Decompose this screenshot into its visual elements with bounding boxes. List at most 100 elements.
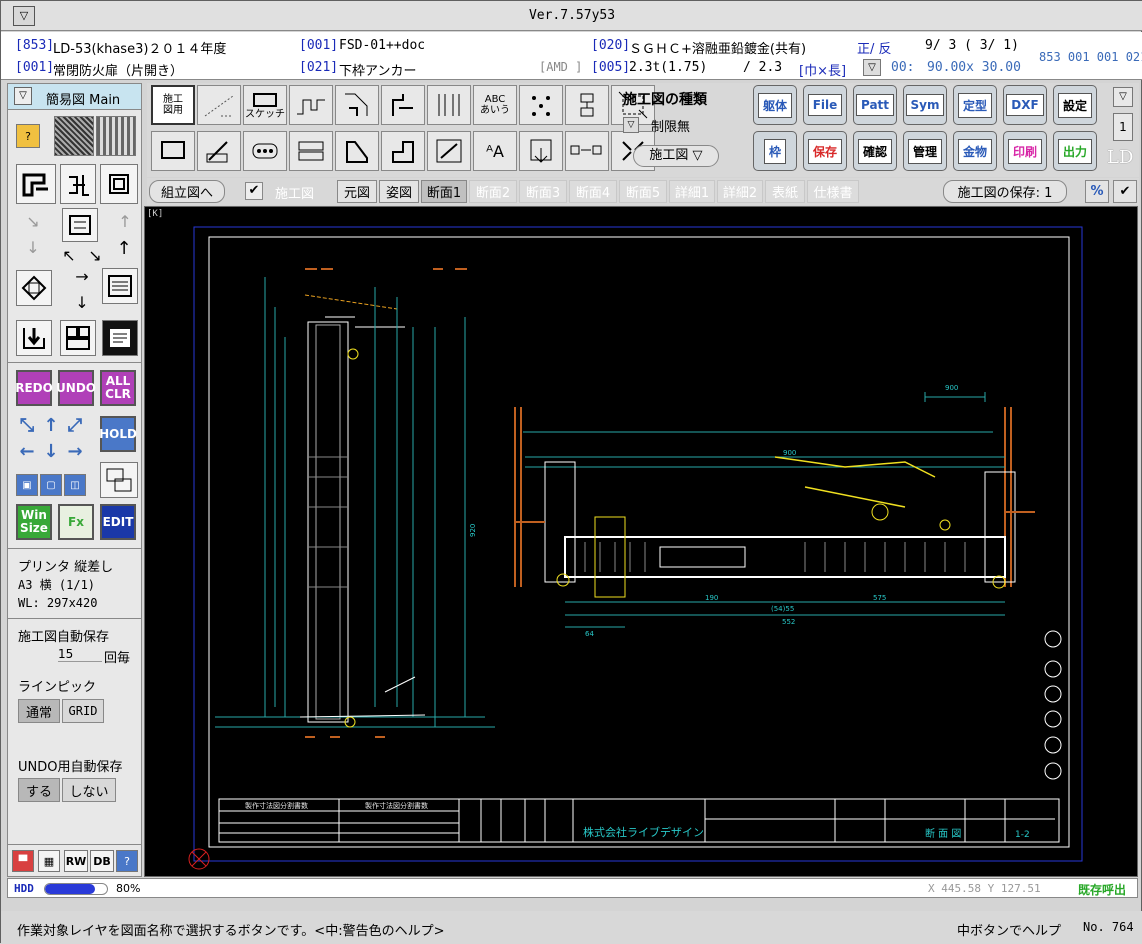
- material-name[interactable]: ＳＧＨＣ+溶融亜鉛鍍金(共有): [629, 38, 806, 57]
- tool-stair-icon[interactable]: [381, 131, 425, 171]
- manage-button[interactable]: 管理: [903, 131, 947, 171]
- tool-j-icon[interactable]: [16, 320, 52, 356]
- pattern-fill-icon[interactable]: [54, 116, 94, 156]
- confirm-check-button[interactable]: ✔: [1113, 180, 1137, 203]
- printer-icon[interactable]: ▀: [12, 850, 34, 872]
- drawing-save-button[interactable]: 施工図の保存: 1: [943, 180, 1067, 203]
- fx-button[interactable]: Fx: [58, 504, 94, 540]
- hold-button[interactable]: HOLD: [99, 416, 137, 452]
- autosave-input[interactable]: 15: [58, 647, 102, 662]
- tool-frame-icon[interactable]: [151, 131, 195, 171]
- redo-button[interactable]: REDO: [15, 370, 53, 406]
- tool-fontsize-icon[interactable]: ᴬA: [473, 131, 517, 171]
- tool-convert-icon[interactable]: [565, 131, 609, 171]
- tab-danmen2[interactable]: 断面2: [469, 180, 517, 203]
- help-question-icon[interactable]: ?: [116, 850, 138, 872]
- se-move-icon[interactable]: ↘: [84, 244, 106, 266]
- page-number-box[interactable]: 1: [1113, 113, 1133, 141]
- dxf-button[interactable]: DXF: [1003, 85, 1047, 125]
- template-button[interactable]: 定型: [953, 85, 997, 125]
- tool-bevel-icon[interactable]: [335, 131, 379, 171]
- limit-dropdown-button[interactable]: ▽: [623, 117, 639, 133]
- tool-spacing-icon[interactable]: [289, 131, 333, 171]
- confirm-button[interactable]: 確認: [853, 131, 897, 171]
- tool-bracket-icon[interactable]: [381, 85, 425, 125]
- side-toggle[interactable]: 正/ 反: [857, 38, 892, 57]
- pan-down-icon[interactable]: ↓: [40, 440, 62, 462]
- tool-text-button[interactable]: ABC あいう: [473, 85, 517, 125]
- tool-g-icon[interactable]: [102, 268, 138, 304]
- edit-button[interactable]: EDIT: [100, 504, 136, 540]
- tab-danmen1[interactable]: 断面1: [421, 180, 467, 203]
- up-move-icon[interactable]: ↑: [112, 236, 136, 260]
- tool-a-icon[interactable]: [16, 164, 56, 204]
- origin-marker-icon[interactable]: [188, 848, 210, 870]
- all-clear-button[interactable]: ALL CLR: [100, 370, 136, 406]
- linepick-grid-button[interactable]: GRID: [62, 699, 104, 723]
- existing-call-button[interactable]: 既存呼出: [1078, 881, 1126, 898]
- toolbar-menu-button[interactable]: ▽: [1113, 87, 1133, 107]
- help-icon[interactable]: ?: [16, 124, 40, 148]
- linepick-normal-button[interactable]: 通常: [18, 699, 60, 723]
- right-move-icon[interactable]: →: [70, 264, 94, 288]
- zoom-fit-icon[interactable]: ▢: [40, 474, 62, 496]
- undo-autosave-on-button[interactable]: する: [18, 778, 60, 802]
- dims-dropdown-button[interactable]: ▽: [863, 59, 881, 76]
- tool-pencil-icon[interactable]: [197, 131, 241, 171]
- down-move-icon[interactable]: ↓: [70, 290, 94, 314]
- pan-up-icon[interactable]: ↑: [40, 414, 62, 436]
- tab-sugatazu[interactable]: 姿図: [379, 180, 419, 203]
- assembly-button[interactable]: 組立図へ: [149, 180, 225, 203]
- tab-danmen3[interactable]: 断面3: [519, 180, 567, 203]
- undo-button[interactable]: UNDO: [56, 370, 96, 406]
- drawing-canvas[interactable]: [K] 900 900 190 (54)55 575 552 64 920 製作…: [144, 206, 1138, 877]
- tool-corner-icon[interactable]: [335, 85, 379, 125]
- tool-connect-icon[interactable]: [565, 85, 609, 125]
- tool-e-icon[interactable]: [60, 320, 96, 356]
- print-button[interactable]: 印刷: [1003, 131, 1047, 171]
- pan-left-icon[interactable]: ←: [16, 440, 38, 462]
- frame-button[interactable]: 枠: [753, 131, 797, 171]
- tool-k-icon[interactable]: [102, 320, 138, 356]
- expand-icon[interactable]: ⤡: [16, 414, 38, 436]
- tool-c-icon[interactable]: [62, 208, 98, 242]
- rw-button[interactable]: RW: [64, 850, 88, 872]
- tool-sekou-button[interactable]: 施工 図用: [151, 85, 195, 125]
- win-size-button[interactable]: Win Size: [16, 504, 52, 540]
- hardware-button[interactable]: 金物: [953, 131, 997, 171]
- grid-fill-icon[interactable]: [96, 116, 136, 156]
- tool-b-icon[interactable]: [60, 164, 96, 204]
- tool-dots-icon[interactable]: [243, 131, 287, 171]
- undo-autosave-off-button[interactable]: しない: [62, 778, 116, 802]
- tool-h-icon[interactable]: [100, 164, 138, 204]
- tab-danmen5[interactable]: 断面5: [619, 180, 667, 203]
- tab-shousai2[interactable]: 詳細2: [717, 180, 763, 203]
- tab-motozu[interactable]: 元図: [337, 180, 377, 203]
- pan-right-icon[interactable]: →: [64, 440, 86, 462]
- tool-d-icon[interactable]: [16, 270, 52, 306]
- mode-dropdown-button[interactable]: ▽: [14, 87, 32, 105]
- tab-hyoushi[interactable]: 表紙: [765, 180, 805, 203]
- tool-point-icon[interactable]: [519, 85, 563, 125]
- shrink-icon[interactable]: ⤢: [64, 414, 86, 436]
- pattern-button[interactable]: Patt: [853, 85, 897, 125]
- tool-hatch-icon[interactable]: [427, 85, 471, 125]
- tool-sketch-button[interactable]: スケッチ: [243, 85, 287, 125]
- save-button[interactable]: 保存: [803, 131, 847, 171]
- db-button[interactable]: DB: [90, 850, 114, 872]
- tool-step-icon[interactable]: [289, 85, 333, 125]
- up-arrow-icon[interactable]: ↑: [114, 210, 136, 232]
- settings-button[interactable]: 設定: [1053, 85, 1097, 125]
- tab-danmen4[interactable]: 断面4: [569, 180, 617, 203]
- sekou-checkbox[interactable]: ✔: [245, 182, 263, 200]
- tool-dimension-icon[interactable]: [197, 85, 241, 125]
- drawing-type-select[interactable]: 施工図 ▽: [633, 145, 719, 167]
- zoom-center-icon[interactable]: ◫: [64, 474, 86, 496]
- tab-shiyousho[interactable]: 仕様書: [807, 180, 859, 203]
- tool-diagonal-icon[interactable]: [427, 131, 471, 171]
- copy-layout-icon[interactable]: [100, 462, 138, 498]
- output-button[interactable]: 出力: [1053, 131, 1097, 171]
- calculator-icon[interactable]: ▦: [38, 850, 60, 872]
- nw-arrow-icon[interactable]: ↘: [22, 210, 44, 232]
- zoom-window-icon[interactable]: ▣: [16, 474, 38, 496]
